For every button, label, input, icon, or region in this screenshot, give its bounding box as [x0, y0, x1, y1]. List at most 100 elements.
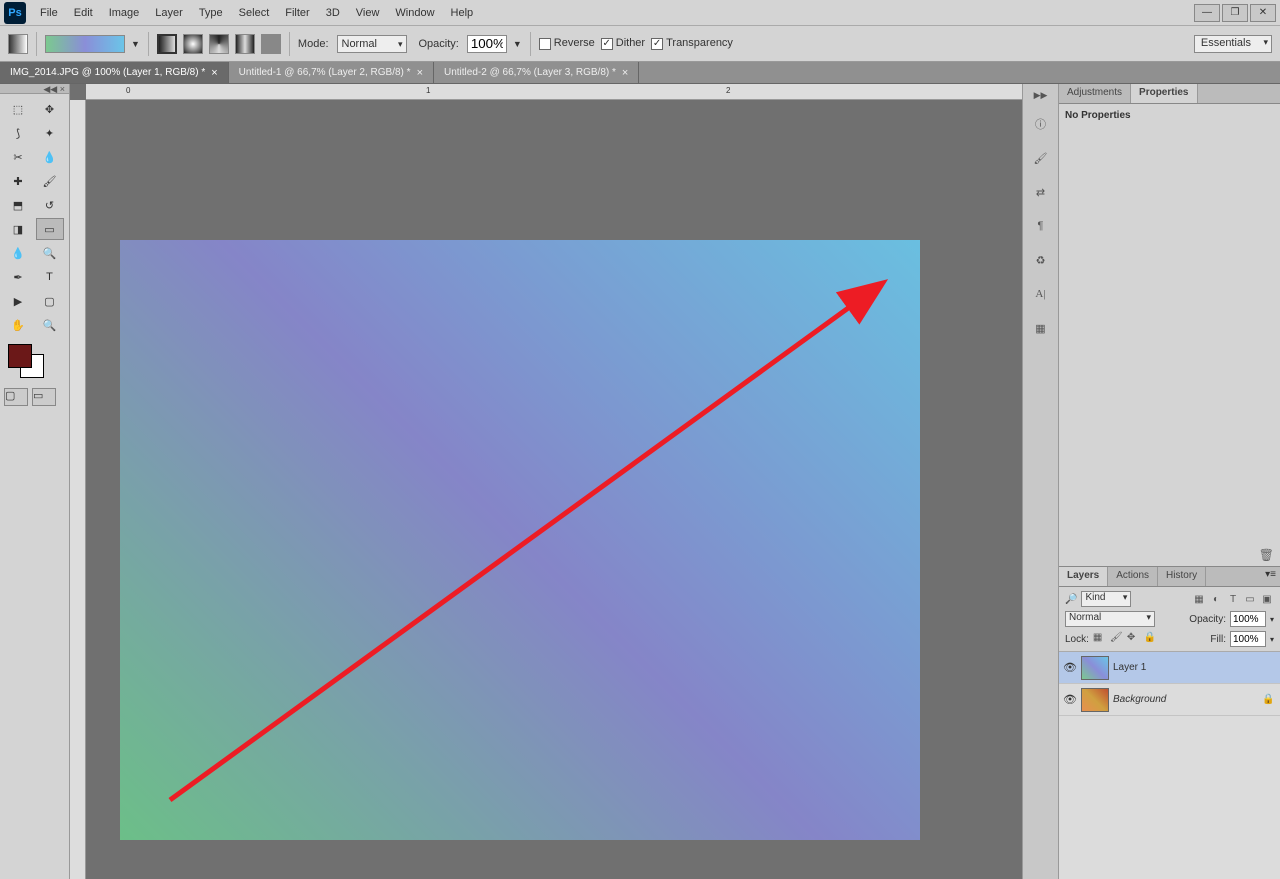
filter-type-icon[interactable]: T	[1226, 592, 1240, 606]
shape-tool[interactable]: ▢	[36, 290, 64, 312]
layer-visibility-icon[interactable]: 👁	[1063, 693, 1077, 706]
menu-select[interactable]: Select	[231, 3, 278, 23]
doc-tab-2[interactable]: Untitled-1 @ 66,7% (Layer 2, RGB/8) *×	[229, 62, 434, 83]
dither-checkbox[interactable]	[601, 38, 613, 50]
trash-icon[interactable]: 🗑	[1259, 548, 1274, 562]
layer-filter-select[interactable]: Kind	[1081, 591, 1131, 607]
angle-gradient-button[interactable]	[209, 34, 229, 54]
workspace-select[interactable]: Essentials	[1194, 35, 1272, 53]
close-button[interactable]: ✕	[1250, 4, 1276, 22]
menu-edit[interactable]: Edit	[66, 3, 101, 23]
menu-layer[interactable]: Layer	[147, 3, 191, 23]
menu-3d[interactable]: 3D	[318, 3, 348, 23]
crop-tool[interactable]: ✂	[4, 146, 32, 168]
filter-shape-icon[interactable]: ▭	[1243, 592, 1257, 606]
clone-source-icon[interactable]: ⇄	[1030, 181, 1052, 203]
layer-visibility-icon[interactable]: 👁	[1063, 661, 1077, 674]
filter-pixel-icon[interactable]: ▦	[1192, 592, 1206, 606]
gradient-picker[interactable]	[45, 35, 125, 53]
doc-tab-1[interactable]: IMG_2014.JPG @ 100% (Layer 1, RGB/8) *×	[0, 62, 229, 83]
menu-filter[interactable]: Filter	[277, 3, 317, 23]
gradient-picker-arrow[interactable]: ▼	[131, 39, 140, 49]
lock-position-icon[interactable]: ✥	[1127, 632, 1141, 646]
zoom-tool[interactable]: 🔍	[36, 314, 64, 336]
lock-paint-icon[interactable]: 🖌	[1110, 632, 1124, 646]
character-icon[interactable]: A|	[1030, 283, 1052, 305]
layer-fill-input[interactable]	[1230, 631, 1266, 647]
brush-tool[interactable]: 🖌	[36, 170, 64, 192]
tab-close-icon[interactable]: ×	[417, 67, 423, 79]
magic-wand-tool[interactable]: ✦	[36, 122, 64, 144]
diamond-gradient-button[interactable]	[261, 34, 281, 54]
toolbox-collapse[interactable]: ◀◀ ×	[0, 84, 69, 94]
info-panel-icon[interactable]: ⓘ	[1030, 113, 1052, 135]
quick-mask-button[interactable]: ▢	[4, 388, 28, 406]
gradient-tool[interactable]: ▭	[36, 218, 64, 240]
canvas[interactable]	[120, 240, 920, 840]
dock-expand-icon[interactable]: ▶▶	[1034, 90, 1048, 101]
linear-gradient-button[interactable]	[157, 34, 177, 54]
reflected-gradient-button[interactable]	[235, 34, 255, 54]
menu-view[interactable]: View	[348, 3, 388, 23]
history-tab[interactable]: History	[1158, 567, 1206, 586]
paragraph-icon[interactable]: ¶	[1030, 215, 1052, 237]
spot-heal-tool[interactable]: ✚	[4, 170, 32, 192]
panel-menu-icon[interactable]: ▾≡	[1261, 567, 1280, 586]
blur-tool[interactable]: 💧	[4, 242, 32, 264]
dodge-tool[interactable]: 🔍	[36, 242, 64, 264]
dither-checkbox-label[interactable]: Dither	[601, 37, 645, 49]
layer-row[interactable]: 👁 Layer 1	[1059, 652, 1280, 684]
gradient-tool-icon[interactable]	[8, 34, 28, 54]
filter-smart-icon[interactable]: ▣	[1260, 592, 1274, 606]
adjustments-tab[interactable]: Adjustments	[1059, 84, 1131, 103]
screen-mode-button[interactable]: ▭	[32, 388, 56, 406]
brush-presets-icon[interactable]: 🖌	[1030, 147, 1052, 169]
reverse-checkbox[interactable]	[539, 38, 551, 50]
eyedropper-tool[interactable]: 💧	[36, 146, 64, 168]
layer-blend-select[interactable]: Normal	[1065, 611, 1155, 627]
pen-tool[interactable]: ✒	[4, 266, 32, 288]
menu-window[interactable]: Window	[387, 3, 442, 23]
properties-tab[interactable]: Properties	[1131, 84, 1197, 103]
tab-close-icon[interactable]: ×	[211, 67, 217, 79]
menu-type[interactable]: Type	[191, 3, 231, 23]
layer-name[interactable]: Layer 1	[1113, 662, 1276, 673]
doc-tab-3[interactable]: Untitled-2 @ 66,7% (Layer 3, RGB/8) *×	[434, 62, 639, 83]
styles-icon[interactable]: ▦	[1030, 317, 1052, 339]
filter-adjust-icon[interactable]: ◐	[1209, 592, 1223, 606]
recycle-icon[interactable]: ♻	[1030, 249, 1052, 271]
hand-tool[interactable]: ✋	[4, 314, 32, 336]
layer-row[interactable]: 👁 Background 🔒	[1059, 684, 1280, 716]
stamp-tool[interactable]: ⬒	[4, 194, 32, 216]
tab-close-icon[interactable]: ×	[622, 67, 628, 79]
foreground-color-swatch[interactable]	[8, 344, 32, 368]
menu-image[interactable]: Image	[101, 3, 148, 23]
restore-button[interactable]: ❐	[1222, 4, 1248, 22]
layer-thumbnail[interactable]	[1081, 656, 1109, 680]
layer-lock-icon[interactable]: 🔒	[1262, 694, 1276, 705]
transparency-checkbox-label[interactable]: Transparency	[651, 37, 733, 49]
opacity-dropdown-arrow[interactable]: ▼	[513, 39, 522, 49]
radial-gradient-button[interactable]	[183, 34, 203, 54]
blend-mode-select[interactable]: Normal	[337, 35, 407, 53]
eraser-tool[interactable]: ◨	[4, 218, 32, 240]
path-select-tool[interactable]: ▶	[4, 290, 32, 312]
layers-tab[interactable]: Layers	[1059, 567, 1108, 586]
opacity-arrow-icon[interactable]: ▾	[1270, 615, 1274, 624]
menu-help[interactable]: Help	[443, 3, 482, 23]
transparency-checkbox[interactable]	[651, 38, 663, 50]
layer-thumbnail[interactable]	[1081, 688, 1109, 712]
fill-arrow-icon[interactable]: ▾	[1270, 635, 1274, 644]
lock-transparency-icon[interactable]: ▦	[1093, 632, 1107, 646]
move-tool[interactable]: ✥	[36, 98, 64, 120]
reverse-checkbox-label[interactable]: Reverse	[539, 37, 595, 49]
layer-opacity-input[interactable]	[1230, 611, 1266, 627]
type-tool[interactable]: T	[36, 266, 64, 288]
menu-file[interactable]: File	[32, 3, 66, 23]
lock-all-icon[interactable]: 🔒	[1144, 632, 1158, 646]
opacity-input[interactable]	[467, 35, 507, 53]
lasso-tool[interactable]: ⟆	[4, 122, 32, 144]
history-brush-tool[interactable]: ↺	[36, 194, 64, 216]
marquee-tool[interactable]: ⬚	[4, 98, 32, 120]
layer-name[interactable]: Background	[1113, 694, 1258, 705]
